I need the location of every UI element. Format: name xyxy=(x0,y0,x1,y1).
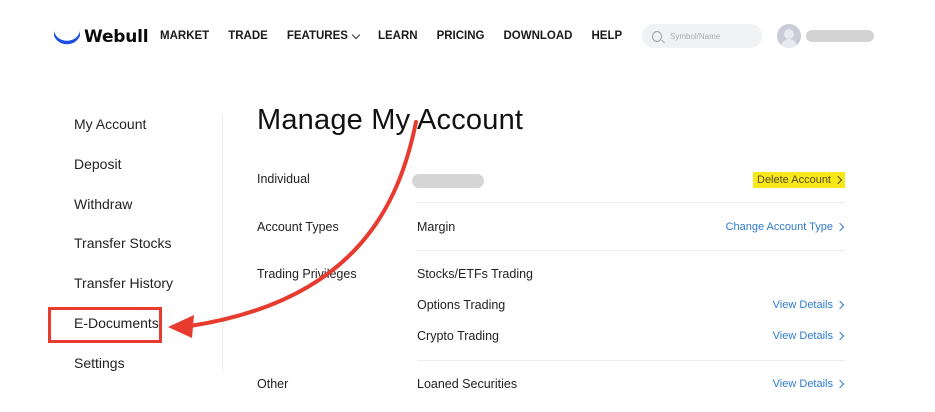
nav-help[interactable]: HELP xyxy=(592,30,623,42)
loaned-securities-view-details-link[interactable]: View Details xyxy=(772,378,845,390)
sidebar-item-my-account[interactable]: My Account xyxy=(74,114,173,154)
chevron-right-icon xyxy=(835,300,845,310)
stocks-etfs-trading: Stocks/ETFs Trading xyxy=(417,267,534,281)
account-sidebar: My Account Deposit Withdraw Transfer Sto… xyxy=(74,114,173,393)
options-view-details-link[interactable]: View Details xyxy=(772,299,845,311)
chevron-right-icon xyxy=(835,379,845,389)
sidebar-item-withdraw[interactable]: Withdraw xyxy=(74,194,173,234)
options-view-details-label: View Details xyxy=(772,299,833,311)
nav-features[interactable]: FEATURES xyxy=(286,30,361,42)
change-account-type-label: Change Account Type xyxy=(725,221,833,233)
sidebar-divider xyxy=(222,114,223,372)
options-trading: Options Trading xyxy=(417,298,506,312)
row-divider xyxy=(417,360,845,361)
delete-account-label: Delete Account xyxy=(757,174,831,186)
nav-market-label: MARKET xyxy=(160,30,210,42)
individual-label: Individual xyxy=(257,172,310,186)
webull-logo-icon xyxy=(54,31,80,45)
avatar[interactable] xyxy=(777,24,801,48)
change-account-type-link[interactable]: Change Account Type xyxy=(725,221,845,233)
row-divider xyxy=(417,202,845,203)
chevron-right-icon xyxy=(833,175,843,185)
delete-account-link[interactable]: Delete Account xyxy=(753,172,845,188)
chevron-right-icon xyxy=(835,222,845,232)
account-number-redacted xyxy=(412,174,484,188)
e-documents-highlight-box xyxy=(48,307,162,343)
main-nav: MARKET TRADE FEATURES LEARN PRICING DOWN… xyxy=(160,30,641,42)
row-divider xyxy=(417,250,845,251)
nav-features-label: FEATURES xyxy=(286,30,348,42)
search-box[interactable] xyxy=(642,24,762,48)
loaned-securities-view-details-label: View Details xyxy=(772,378,833,390)
sidebar-item-deposit[interactable]: Deposit xyxy=(74,154,173,194)
account-type-value: Margin xyxy=(417,220,456,234)
nav-download-label: DOWNLOAD xyxy=(503,30,573,42)
webull-logo[interactable]: Webull xyxy=(53,26,149,48)
crypto-trading: Crypto Trading xyxy=(417,329,499,343)
crypto-view-details-link[interactable]: View Details xyxy=(772,330,845,342)
nav-pricing-label: PRICING xyxy=(436,30,485,42)
nav-pricing[interactable]: PRICING xyxy=(437,30,485,42)
username-redacted[interactable] xyxy=(806,30,874,42)
sidebar-item-transfer-stocks[interactable]: Transfer Stocks xyxy=(74,233,173,273)
trading-privileges-label: Trading Privileges xyxy=(257,267,357,281)
chevron-down-icon xyxy=(351,30,361,39)
nav-market[interactable]: MARKET xyxy=(160,30,209,42)
nav-learn[interactable]: LEARN xyxy=(378,30,418,42)
search-icon xyxy=(652,30,662,42)
page-title: Manage My Account xyxy=(257,104,524,136)
account-types-label: Account Types xyxy=(257,220,339,234)
loaned-securities: Loaned Securities xyxy=(417,377,518,391)
nav-learn-label: LEARN xyxy=(377,30,418,42)
brand-name: Webull xyxy=(84,27,149,47)
chevron-right-icon xyxy=(835,331,845,341)
nav-help-label: HELP xyxy=(591,30,623,42)
nav-trade[interactable]: TRADE xyxy=(228,30,268,42)
search-input[interactable] xyxy=(668,30,762,42)
sidebar-item-settings[interactable]: Settings xyxy=(74,353,173,393)
nav-trade-label: TRADE xyxy=(228,30,268,42)
nav-download[interactable]: DOWNLOAD xyxy=(504,30,573,42)
other-label: Other xyxy=(257,377,289,391)
crypto-view-details-label: View Details xyxy=(772,330,833,342)
